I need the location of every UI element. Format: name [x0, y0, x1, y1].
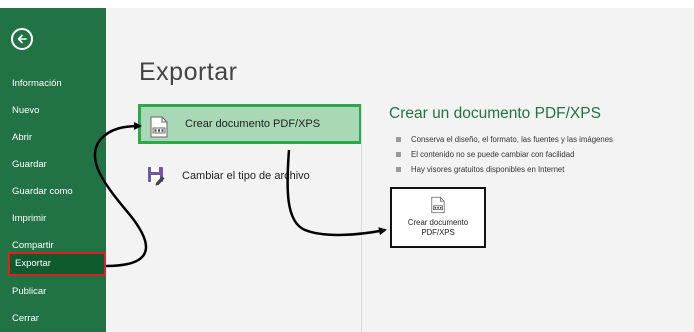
bullet-square-icon	[396, 137, 401, 142]
bullet-text: Hay visores gratuitos disponibles en Int…	[411, 165, 565, 174]
nav-item-guardar[interactable]: Guardar	[0, 153, 106, 177]
bullet-square-icon	[396, 167, 401, 172]
option-change-file-type[interactable]: Cambiar el tipo de archivo	[138, 156, 362, 196]
nav-item-informacion[interactable]: Información	[0, 72, 106, 96]
option-create-pdf-xps[interactable]: Crear documento PDF/XPS	[138, 104, 362, 144]
back-arrow-icon	[17, 34, 27, 44]
nav-item-publicar[interactable]: Publicar	[0, 280, 106, 304]
create-pdf-xps-button[interactable]: Crear documento PDF/XPS	[390, 187, 486, 248]
nav-item-guardar-como[interactable]: Guardar como	[0, 180, 106, 204]
detail-bullet-list: Conserva el diseño, el formato, las fuen…	[396, 132, 613, 177]
backstage-sidebar: Información Nuevo Abrir Guardar Guardar …	[0, 8, 106, 332]
nav-item-exportar[interactable]: Exportar	[8, 252, 106, 276]
nav-item-abrir[interactable]: Abrir	[0, 126, 106, 150]
bullet-text: Conserva el diseño, el formato, las fuen…	[411, 135, 613, 144]
pdf-document-icon	[150, 116, 168, 138]
page-title: Exportar	[139, 58, 238, 86]
option-create-pdf-xps-label: Crear documento PDF/XPS	[185, 118, 321, 130]
bullet-text: El contenido no se puede cambiar con fac…	[411, 150, 575, 159]
bullet-square-icon	[396, 152, 401, 157]
create-pdf-xps-button-label: Crear documento PDF/XPS	[407, 218, 469, 237]
nav-item-nuevo[interactable]: Nuevo	[0, 99, 106, 123]
back-button[interactable]	[11, 28, 33, 50]
list-item: Conserva el diseño, el formato, las fuen…	[396, 132, 613, 147]
list-item: El contenido no se puede cambiar con fac…	[396, 147, 613, 162]
option-change-file-type-label: Cambiar el tipo de archivo	[182, 170, 310, 182]
detail-title: Crear un documento PDF/XPS	[389, 105, 601, 122]
nav-item-cerrar[interactable]: Cerrar	[0, 307, 106, 331]
list-item: Hay visores gratuitos disponibles en Int…	[396, 162, 613, 177]
save-as-file-icon	[148, 167, 165, 186]
backstage-view: Información Nuevo Abrir Guardar Guardar …	[0, 8, 694, 332]
nav-item-imprimir[interactable]: Imprimir	[0, 207, 106, 231]
panel-divider	[361, 104, 362, 332]
pdf-document-icon	[431, 196, 445, 214]
